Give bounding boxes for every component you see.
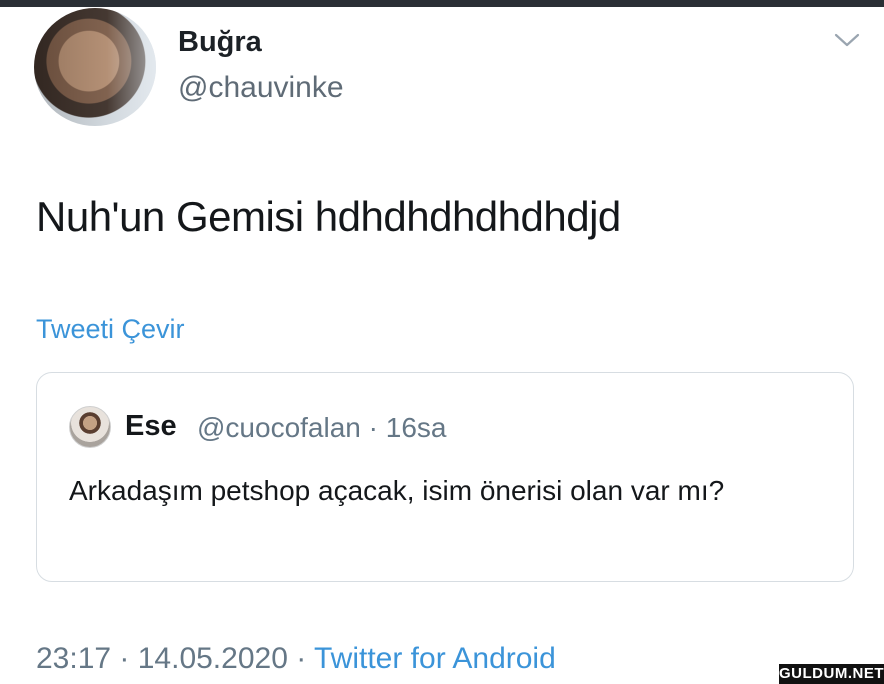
author-handle[interactable]: @chauvinke	[178, 71, 344, 105]
tweet-meta: 23:17 · 14.05.2020 · Twitter for Android	[36, 642, 556, 676]
quoted-author-name: Ese	[125, 410, 177, 442]
quoted-tweet-text: Arkadaşım petshop açacak, isim önerisi o…	[69, 475, 725, 506]
author-avatar[interactable]	[34, 8, 156, 126]
translate-tweet-link[interactable]: Tweeti Çevir	[36, 314, 185, 345]
tweet-source-link[interactable]: Twitter for Android	[314, 642, 556, 675]
chevron-down-icon[interactable]	[834, 30, 860, 50]
tweet-text: Nuh'un Gemisi hdhdhdhdhdhdjd	[36, 193, 621, 240]
top-bar	[0, 0, 884, 7]
quoted-author-handle-time: @cuocofalan · 16sa	[197, 412, 447, 443]
quoted-tweet-card[interactable]: Ese @cuocofalan · 16sa Arkadaşım petshop…	[36, 372, 854, 582]
site-watermark: GULDUM.NET	[779, 664, 884, 684]
quoted-author-avatar	[69, 406, 111, 448]
tweet-timestamp: 23:17 · 14.05.2020 ·	[36, 642, 314, 675]
author-name[interactable]: Buğra	[178, 26, 262, 59]
